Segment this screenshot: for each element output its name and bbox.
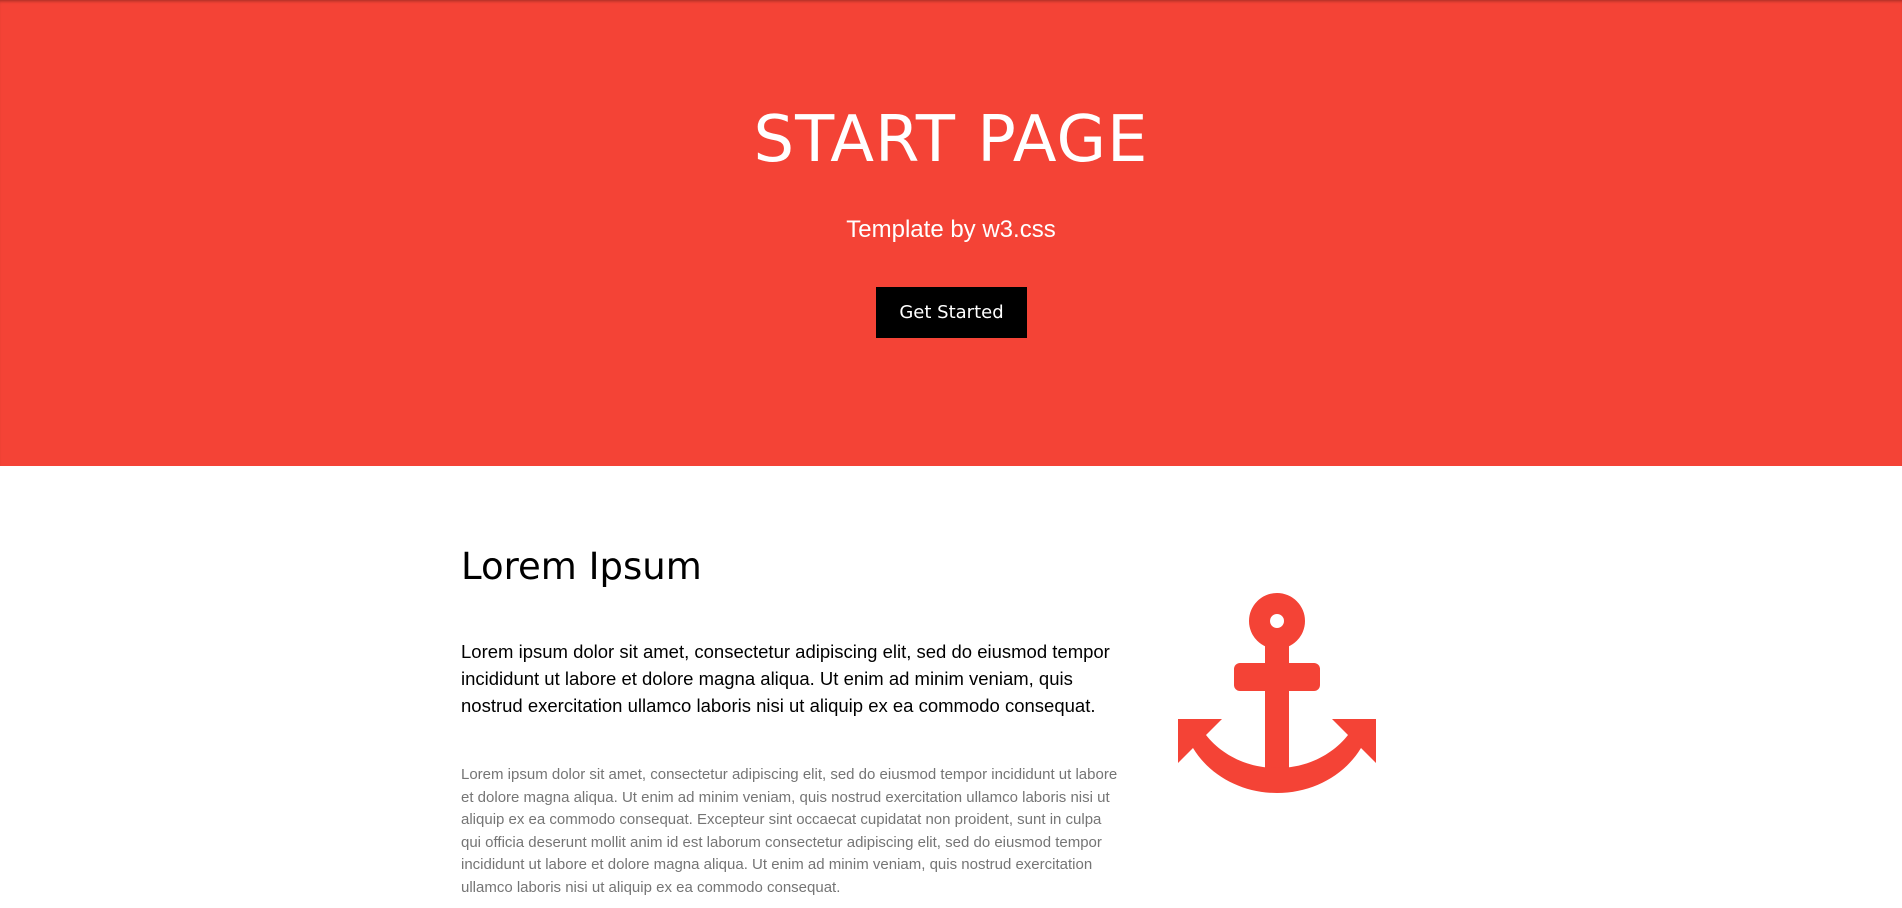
lead-paragraph: Lorem ipsum dolor sit amet, consectetur … xyxy=(461,641,1110,716)
anchor-icon xyxy=(1178,593,1376,793)
page-title: START PAGE xyxy=(753,103,1149,177)
content-section: Lorem Ipsum Lorem ipsum dolor sit amet, … xyxy=(0,466,1902,908)
get-started-button[interactable]: Get Started xyxy=(876,287,1027,338)
body-paragraph: Lorem ipsum dolor sit amet, consectetur … xyxy=(461,766,1118,896)
page: START PAGE Template by w3.css Get Starte… xyxy=(0,0,1902,908)
hero-header: START PAGE Template by w3.css Get Starte… xyxy=(0,0,1902,466)
section-title: Lorem Ipsum xyxy=(461,545,702,588)
hero-subtitle: Template by w3.css xyxy=(846,216,1056,243)
